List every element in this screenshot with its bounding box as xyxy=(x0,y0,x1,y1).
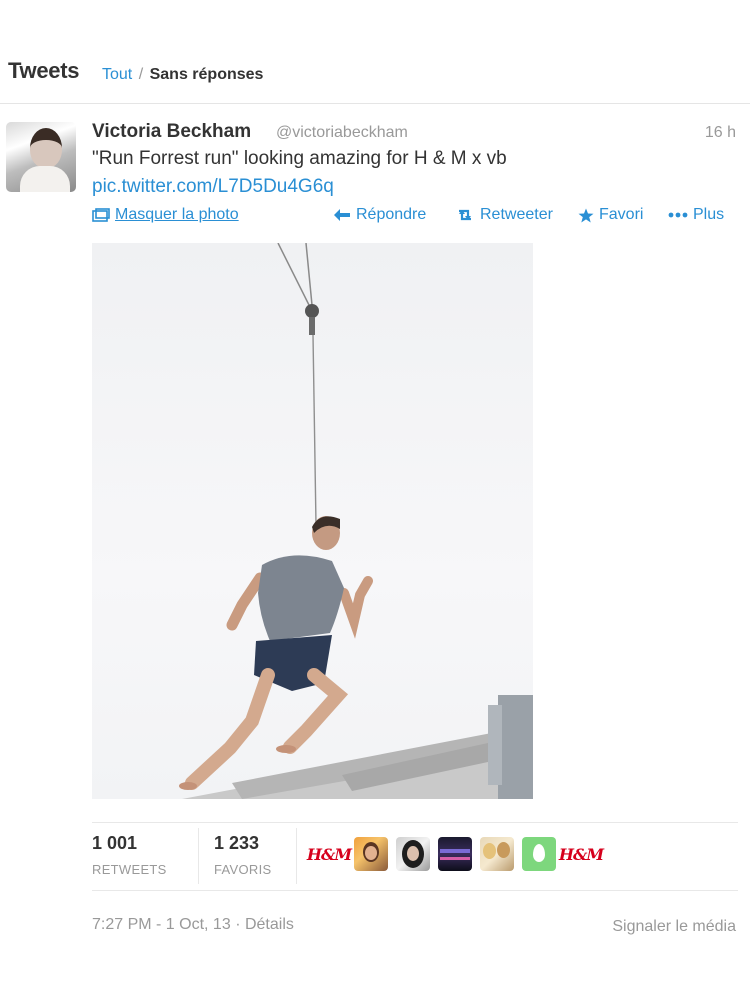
favorite-label: Favori xyxy=(599,206,644,223)
author-name[interactable]: Victoria Beckham xyxy=(92,121,251,143)
stats-separator xyxy=(198,828,199,884)
favoriter-avatar[interactable] xyxy=(354,837,388,871)
author-avatar[interactable] xyxy=(6,122,76,192)
stats-divider-bottom xyxy=(92,890,738,891)
star-icon xyxy=(578,208,594,222)
favorite-button[interactable]: Favori xyxy=(578,206,643,224)
timestamp-text: 7:27 PM - 1 Oct, 13 xyxy=(92,916,231,933)
tweet-timestamp: 7:27 PM - 1 Oct, 13 · Détails xyxy=(92,916,294,934)
reply-button[interactable]: Répondre xyxy=(333,206,426,224)
avatar-shoulders xyxy=(20,166,70,192)
favorites-count: 1 233 xyxy=(214,833,260,853)
retweet-icon xyxy=(459,209,471,221)
favoriter-avatar[interactable] xyxy=(438,837,472,871)
filter-all-link[interactable]: Tout xyxy=(102,66,132,83)
retweet-label: Retweeter xyxy=(480,206,553,223)
page-title: Tweets xyxy=(8,58,80,83)
avatar-face xyxy=(30,128,62,168)
favoriter-hm-logo[interactable]: H&M xyxy=(307,837,352,871)
timeline-header: Tweets Tout / Sans réponses xyxy=(0,56,750,104)
filter-no-replies[interactable]: Sans réponses xyxy=(150,66,264,83)
retweets-label: RETWEETS xyxy=(92,862,167,877)
retweets-stat[interactable]: 1 001 RETWEETS xyxy=(92,833,167,877)
hide-photo-label: Masquer la photo xyxy=(115,206,239,223)
author-handle[interactable]: @victoriabeckham xyxy=(276,124,408,142)
default-egg-avatar[interactable] xyxy=(522,837,556,871)
hide-photo-button[interactable]: Masquer la photo xyxy=(92,206,239,224)
timeline-filters: Tout / Sans réponses xyxy=(102,66,263,84)
photo-icon xyxy=(92,208,110,222)
retweet-button[interactable]: Retweeter xyxy=(455,206,553,224)
report-media-link[interactable]: Signaler le média xyxy=(612,918,736,936)
stats-divider-top xyxy=(92,822,738,823)
tweet-media-link[interactable]: pic.twitter.com/L7D5Du4G6q xyxy=(92,176,334,198)
favoriter-avatar[interactable] xyxy=(480,837,514,871)
favoriter-avatar[interactable] xyxy=(396,837,430,871)
reply-arrow-icon xyxy=(334,209,350,221)
more-dots-icon xyxy=(668,212,688,218)
tweet-time[interactable]: 16 h xyxy=(705,124,736,142)
retweets-count: 1 001 xyxy=(92,833,138,853)
tweet-text: "Run Forrest run" looking amazing for H … xyxy=(92,148,507,169)
reply-label: Répondre xyxy=(356,206,427,223)
photo-illustration xyxy=(179,243,533,799)
filter-separator: / xyxy=(138,66,144,83)
favoriters-list: H&M H&M xyxy=(307,837,604,871)
more-button[interactable]: Plus xyxy=(668,206,724,224)
favorites-stat[interactable]: 1 233 FAVORIS xyxy=(214,833,271,877)
favoriter-hm-logo[interactable]: H&M xyxy=(559,837,604,871)
tweet-actions: Masquer la photo Répondre Retweeter Favo… xyxy=(92,206,742,228)
stats-separator xyxy=(296,828,297,884)
timestamp-separator: · xyxy=(235,916,245,933)
details-link[interactable]: Détails xyxy=(245,916,294,933)
more-label: Plus xyxy=(693,206,725,223)
tweet-photo[interactable] xyxy=(92,243,533,799)
favorites-label: FAVORIS xyxy=(214,862,272,877)
